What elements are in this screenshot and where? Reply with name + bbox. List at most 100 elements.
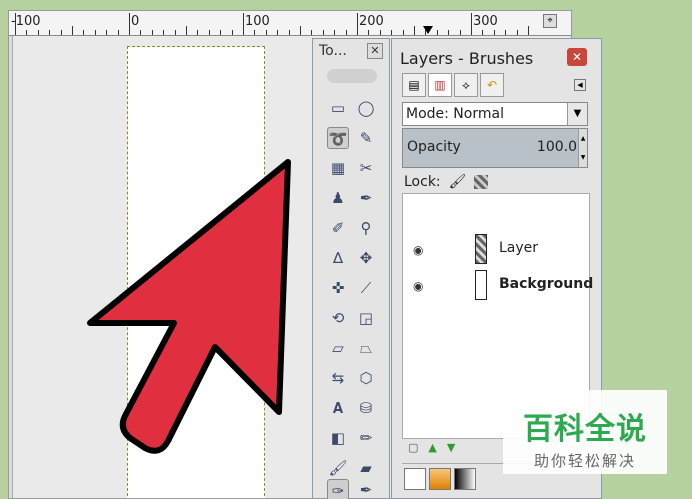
eye-icon[interactable]: ◉ — [413, 279, 423, 293]
blend-icon[interactable]: ◧ — [327, 427, 349, 449]
horizontal-ruler: -100 0 100 200 300 ⌖ — [9, 11, 571, 36]
ruler-tick — [391, 30, 393, 35]
paths-icon[interactable]: ✒ — [355, 187, 377, 209]
layers-close-button[interactable]: ✕ — [567, 48, 587, 66]
text-tool-icon[interactable]: 𝐀 — [327, 397, 349, 419]
ruler-tick — [322, 30, 324, 35]
pattern-tab-icon[interactable] — [429, 467, 451, 490]
ruler-tick — [106, 30, 108, 35]
rotate-icon[interactable]: ⟲ — [327, 307, 349, 329]
ruler-tick — [37, 30, 39, 35]
layers-tab-icon[interactable]: ▤ — [402, 73, 426, 97]
raise-layer-icon[interactable]: ▲ — [428, 441, 436, 459]
watermark: 百科全说 助你轻松解决 — [503, 390, 667, 474]
move-icon[interactable]: ✥ — [355, 247, 377, 269]
layer-row[interactable]: ◉ Layer — [403, 232, 589, 266]
layer-name: Layer — [499, 240, 539, 256]
lock-pixels-icon[interactable]: 🖌 — [449, 174, 467, 190]
mode-label: Mode: Normal — [406, 106, 504, 122]
paths-tab-icon[interactable]: ⟡ — [454, 73, 478, 97]
scale-icon[interactable]: ◲ — [355, 307, 377, 329]
ruler-tick — [436, 30, 438, 35]
ruler-tick — [197, 30, 199, 35]
image-canvas[interactable] — [127, 46, 265, 498]
spin-arrows-icon[interactable]: ▲ ▼ — [578, 129, 587, 167]
new-layer-icon[interactable]: ▢ — [408, 441, 418, 459]
mode-dropdown[interactable]: Mode: Normal ▼ — [402, 102, 588, 126]
ruler-tick — [493, 30, 495, 35]
ruler-tick — [402, 30, 404, 35]
ruler-tick — [254, 30, 256, 35]
ruler-tick — [231, 30, 233, 35]
ruler-tick — [379, 30, 381, 35]
layer-buttons: ▢ ▲ ▼ — [402, 441, 455, 459]
ruler-tick — [174, 30, 176, 35]
toolbox-title: To... — [319, 43, 347, 59]
foreground-select-icon[interactable]: ♟ — [327, 187, 349, 209]
ruler-tick — [265, 30, 267, 35]
ruler-tick — [163, 30, 165, 35]
lock-label: Lock: — [404, 174, 441, 190]
ruler-label: 300 — [473, 14, 498, 29]
ruler-tick — [15, 13, 16, 35]
ruler-label: 100 — [245, 14, 270, 29]
color-picker-icon[interactable]: ✐ — [327, 217, 349, 239]
pencil-icon[interactable]: ✏ — [355, 427, 377, 449]
undo-tab-icon[interactable]: ↶ — [480, 73, 504, 97]
crop-icon[interactable]: ⟋ — [355, 277, 377, 299]
align-icon[interactable]: ✜ — [327, 277, 349, 299]
ruler-tick — [300, 26, 301, 35]
ruler-tick — [459, 30, 461, 35]
gradient-tab-icon[interactable] — [454, 467, 476, 490]
ruler-tick — [140, 30, 142, 35]
opacity-slider[interactable]: Opacity 100.0 ▲ ▼ — [402, 128, 588, 168]
ruler-tick — [72, 26, 73, 35]
ruler-tick — [528, 26, 529, 35]
paintbrush-icon[interactable]: 🖌 — [327, 457, 349, 479]
wilber-icon — [327, 69, 377, 83]
layer-row[interactable]: ◉ Background — [403, 268, 593, 302]
scissors-icon[interactable]: ✂ — [355, 157, 377, 179]
ruler-tick — [448, 30, 450, 35]
ruler-tick — [311, 30, 313, 35]
ellipse-select-icon[interactable]: ◯ — [355, 97, 377, 119]
ruler-tick — [505, 30, 507, 35]
toolbox-close-button[interactable]: ✕ — [367, 43, 383, 59]
lock-alpha-icon[interactable] — [474, 175, 489, 189]
lower-layer-icon[interactable]: ▼ — [447, 441, 455, 459]
bucket-fill-icon[interactable]: ⛁ — [355, 397, 377, 419]
ruler-tick — [83, 30, 85, 35]
measure-icon[interactable]: ∆ — [327, 247, 349, 269]
channels-tab-icon[interactable]: ▥ — [428, 73, 452, 97]
ruler-tick — [243, 13, 244, 35]
eraser-icon[interactable]: ▰ — [355, 457, 377, 479]
ink-icon[interactable]: ✒ — [355, 479, 377, 499]
ruler-tick — [288, 30, 290, 35]
layer-thumbnail — [475, 234, 487, 264]
perspective-icon[interactable]: ⏢ — [355, 337, 377, 359]
ruler-tick — [516, 30, 518, 35]
lasso-icon[interactable]: ➰ — [327, 127, 349, 149]
zoom-icon[interactable]: ⚲ — [355, 217, 377, 239]
shear-icon[interactable]: ▱ — [327, 337, 349, 359]
ruler-tick — [368, 30, 370, 35]
ruler-tick — [414, 26, 415, 35]
rect-select-icon[interactable]: ▭ — [327, 97, 349, 119]
ruler-tick — [94, 30, 96, 35]
airbrush-icon[interactable]: ✑ — [327, 479, 349, 499]
color-select-icon[interactable]: ▦ — [327, 157, 349, 179]
fuzzy-select-icon[interactable]: ✎ — [355, 127, 377, 149]
opacity-label: Opacity — [407, 139, 461, 155]
ruler-tick — [117, 30, 119, 35]
chevron-down-icon[interactable]: ▼ — [567, 103, 587, 125]
ruler-tick — [277, 30, 279, 35]
navigate-icon[interactable]: ⌖ — [543, 14, 557, 28]
ruler-tick — [60, 30, 62, 35]
dock-menu-icon[interactable]: ◀ — [574, 79, 586, 91]
eye-icon[interactable]: ◉ — [413, 243, 423, 257]
ruler-tick — [129, 13, 130, 35]
cage-icon[interactable]: ⬡ — [355, 367, 377, 389]
brush-tab-icon[interactable] — [404, 467, 426, 490]
flip-icon[interactable]: ⇆ — [327, 367, 349, 389]
toolbox-window: To... ✕ ▭ ◯ ➰ ✎ ▦ ✂ ♟ ✒ ✐ ⚲ ∆ ✥ ✜ ⟋ ⟲ ◲ … — [312, 38, 390, 499]
